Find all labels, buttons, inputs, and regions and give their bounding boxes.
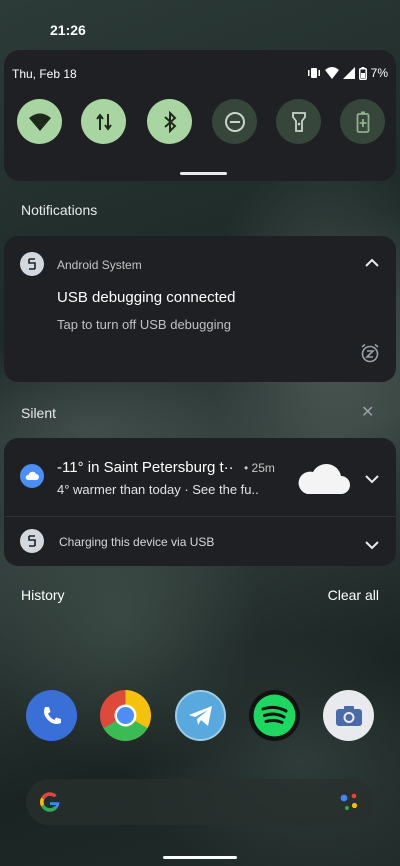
qs-expand-handle[interactable] [180, 172, 227, 175]
spotify-app-icon[interactable] [249, 690, 300, 741]
flashlight-icon [291, 111, 306, 132]
qs-date[interactable]: Thu, Feb 18 [12, 67, 77, 81]
snooze-icon[interactable] [360, 343, 380, 368]
app-name: Android System [57, 258, 142, 272]
notifications-header: Notifications [21, 202, 98, 218]
qs-status-icons: 7% [307, 66, 388, 80]
qs-tiles [17, 99, 387, 145]
charging-badge [20, 529, 44, 553]
charging-text: Charging this device via USB [59, 535, 215, 549]
battery-saver-icon [356, 111, 369, 133]
weather-text: 4° warmer than today · See the fu.. [57, 482, 259, 497]
nav-gesture-handle[interactable] [163, 856, 237, 859]
tile-mobile-data[interactable] [81, 99, 126, 144]
weather-badge [20, 464, 44, 488]
notification-charging[interactable]: Charging this device via USB [4, 517, 396, 566]
dismiss-silent-icon[interactable]: ✕ [361, 402, 374, 422]
weather-cloud-image [298, 463, 350, 494]
google-logo-icon [40, 792, 60, 812]
telegram-app-icon[interactable] [175, 690, 226, 741]
clear-all-button[interactable]: Clear all [328, 587, 379, 603]
status-time: 21:26 [50, 22, 86, 38]
signal-icon [342, 67, 355, 79]
battery-icon [358, 66, 367, 80]
tile-do-not-disturb[interactable] [212, 99, 257, 144]
mobile-data-icon [95, 112, 112, 131]
expand-chevron-icon[interactable] [364, 471, 380, 489]
wifi-status-icon [324, 67, 339, 79]
battery-percent: 7% [370, 66, 388, 80]
cloud-icon [25, 471, 39, 480]
silent-notifications: -11° in Saint Petersburg t·· • 25m 4° wa… [4, 438, 396, 566]
tile-battery-saver[interactable] [340, 99, 385, 144]
google-search-bar[interactable] [26, 779, 374, 825]
tile-flashlight[interactable] [276, 99, 321, 144]
expand-chevron-icon[interactable] [364, 537, 380, 555]
android-system-badge [20, 252, 44, 276]
phone-app-icon[interactable] [26, 690, 77, 741]
notification-title: USB debugging connected [57, 289, 236, 306]
vibrate-icon [307, 67, 321, 79]
tile-wifi[interactable] [17, 99, 62, 144]
silent-header: Silent [21, 405, 57, 421]
quick-settings-panel: Thu, Feb 18 7% [4, 50, 396, 181]
weather-title: -11° in Saint Petersburg t·· [57, 459, 234, 476]
usb-icon [28, 258, 36, 270]
notification-text: Tap to turn off USB debugging [57, 317, 231, 332]
weather-time: • 25m [244, 461, 275, 475]
notification-weather[interactable]: -11° in Saint Petersburg t·· • 25m 4° wa… [4, 438, 396, 516]
history-button[interactable]: History [21, 587, 65, 603]
bluetooth-icon [163, 110, 176, 133]
google-assistant-icon[interactable] [338, 790, 360, 814]
collapse-chevron-icon[interactable] [364, 255, 380, 273]
wifi-icon [28, 113, 51, 131]
usb-icon [28, 535, 36, 547]
notification-android-system[interactable]: Android System USB debugging connected T… [4, 236, 396, 382]
camera-app-icon[interactable] [323, 690, 374, 741]
chrome-app-icon[interactable] [100, 690, 151, 741]
tile-bluetooth[interactable] [147, 99, 192, 144]
do-not-disturb-icon [224, 111, 245, 132]
